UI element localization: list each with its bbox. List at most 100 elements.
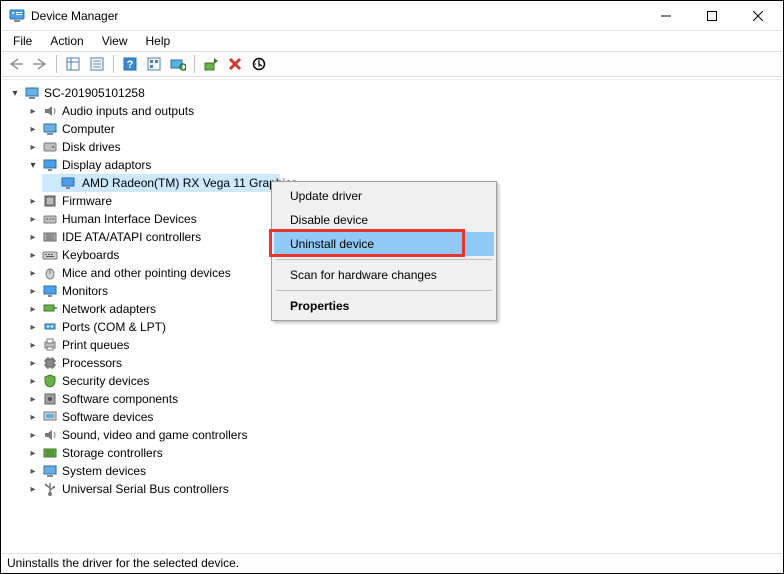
tree-label: Security devices [62, 374, 149, 388]
chevron-right-icon[interactable] [26, 122, 40, 136]
tree-root-label: SC-201905101258 [44, 86, 145, 100]
menu-action[interactable]: Action [42, 32, 91, 50]
close-button[interactable] [735, 1, 781, 31]
back-button[interactable] [5, 53, 27, 75]
system-icon [42, 463, 58, 479]
context-scan-hardware[interactable]: Scan for hardware changes [274, 263, 494, 287]
uninstall-toolbar-button[interactable] [224, 53, 246, 75]
hid-icon [42, 211, 58, 227]
tree-label: Keyboards [62, 248, 119, 262]
chevron-right-icon[interactable] [26, 230, 40, 244]
tree-item-audio[interactable]: Audio inputs and outputs [24, 102, 782, 120]
computer-icon [42, 121, 58, 137]
help-toolbar-button[interactable]: ? [119, 53, 141, 75]
tree-label-selected: AMD Radeon(TM) RX Vega 11 Graphics [80, 176, 299, 190]
tree-label: Computer [62, 122, 115, 136]
tree-item-sound[interactable]: Sound, video and game controllers [24, 426, 782, 444]
toolbar: ? [1, 51, 783, 77]
tree-label: System devices [62, 464, 146, 478]
tree-label: Sound, video and game controllers [62, 428, 247, 442]
context-separator [276, 259, 492, 260]
chevron-right-icon[interactable] [26, 446, 40, 460]
chevron-right-icon[interactable] [26, 482, 40, 496]
display-adapter-icon [42, 157, 58, 173]
chevron-right-icon[interactable] [26, 248, 40, 262]
tree-item-security[interactable]: Security devices [24, 372, 782, 390]
tree-item-softdev[interactable]: Software devices [24, 408, 782, 426]
tree-label: Disk drives [62, 140, 121, 154]
chevron-right-icon[interactable] [26, 302, 40, 316]
context-disable-device[interactable]: Disable device [274, 208, 494, 232]
keyboard-icon [42, 247, 58, 263]
chevron-right-icon[interactable] [26, 266, 40, 280]
ide-icon [42, 229, 58, 245]
chevron-right-icon[interactable] [26, 464, 40, 478]
tree-root[interactable]: SC-201905101258 [6, 84, 782, 102]
menu-file[interactable]: File [5, 32, 40, 50]
chevron-right-icon[interactable] [26, 212, 40, 226]
chevron-right-icon[interactable] [26, 140, 40, 154]
tree-item-display-child[interactable]: AMD Radeon(TM) RX Vega 11 Graphics [42, 174, 280, 192]
svg-text:?: ? [127, 59, 134, 71]
toolbar-separator [113, 55, 114, 73]
tree-label: IDE ATA/ATAPI controllers [62, 230, 201, 244]
menu-view[interactable]: View [94, 32, 136, 50]
tree-item-system[interactable]: System devices [24, 462, 782, 480]
processor-icon [42, 355, 58, 371]
tree-item-computer[interactable]: Computer [24, 120, 782, 138]
chevron-right-icon[interactable] [26, 410, 40, 424]
software-device-icon [42, 409, 58, 425]
context-uninstall-device[interactable]: Uninstall device [274, 232, 494, 256]
maximize-button[interactable] [689, 1, 735, 31]
tree-item-disk[interactable]: Disk drives [24, 138, 782, 156]
sound-icon [42, 427, 58, 443]
tree-item-usb[interactable]: Universal Serial Bus controllers [24, 480, 782, 498]
chevron-down-icon[interactable] [8, 86, 22, 100]
printer-icon [42, 337, 58, 353]
chevron-right-icon[interactable] [26, 392, 40, 406]
chevron-right-icon[interactable] [26, 194, 40, 208]
chevron-right-icon[interactable] [26, 356, 40, 370]
tree-label: Firmware [62, 194, 112, 208]
properties-toolbar-button[interactable] [86, 53, 108, 75]
tree-label: Software components [62, 392, 178, 406]
show-hide-tree-button[interactable] [62, 53, 84, 75]
tree-item-display[interactable]: Display adaptors [24, 156, 782, 174]
disable-toolbar-button[interactable] [248, 53, 270, 75]
tree-label: Ports (COM & LPT) [62, 320, 166, 334]
tree-item-processors[interactable]: Processors [24, 354, 782, 372]
tree-label: Print queues [62, 338, 129, 352]
chevron-right-icon[interactable] [26, 428, 40, 442]
chevron-down-icon[interactable] [26, 158, 40, 172]
tree-label: Mice and other pointing devices [62, 266, 231, 280]
tree-item-storage[interactable]: Storage controllers [24, 444, 782, 462]
toolbar-separator [56, 55, 57, 73]
tree-item-printq[interactable]: Print queues [24, 336, 782, 354]
minimize-button[interactable] [643, 1, 689, 31]
chevron-right-icon[interactable] [26, 284, 40, 298]
mouse-icon [42, 265, 58, 281]
device-manager-icon [9, 8, 25, 24]
context-properties[interactable]: Properties [274, 294, 494, 318]
security-icon [42, 373, 58, 389]
expander-spacer [44, 176, 58, 190]
audio-icon [42, 103, 58, 119]
menu-help[interactable]: Help [138, 32, 179, 50]
forward-button[interactable] [29, 53, 51, 75]
usb-icon [42, 481, 58, 497]
chevron-right-icon[interactable] [26, 338, 40, 352]
chevron-right-icon[interactable] [26, 104, 40, 118]
scan-hardware-button[interactable] [167, 53, 189, 75]
display-adapter-icon [60, 175, 76, 191]
chevron-right-icon[interactable] [26, 320, 40, 334]
tree-item-softcomp[interactable]: Software components [24, 390, 782, 408]
computer-icon [24, 85, 40, 101]
action-toolbar-button[interactable] [143, 53, 165, 75]
chevron-right-icon[interactable] [26, 374, 40, 388]
tree-label: Network adapters [62, 302, 156, 316]
context-update-driver[interactable]: Update driver [274, 184, 494, 208]
tree-label: Human Interface Devices [62, 212, 197, 226]
update-driver-toolbar-button[interactable] [200, 53, 222, 75]
tree-label: Universal Serial Bus controllers [62, 482, 229, 496]
tree-label: Storage controllers [62, 446, 163, 460]
